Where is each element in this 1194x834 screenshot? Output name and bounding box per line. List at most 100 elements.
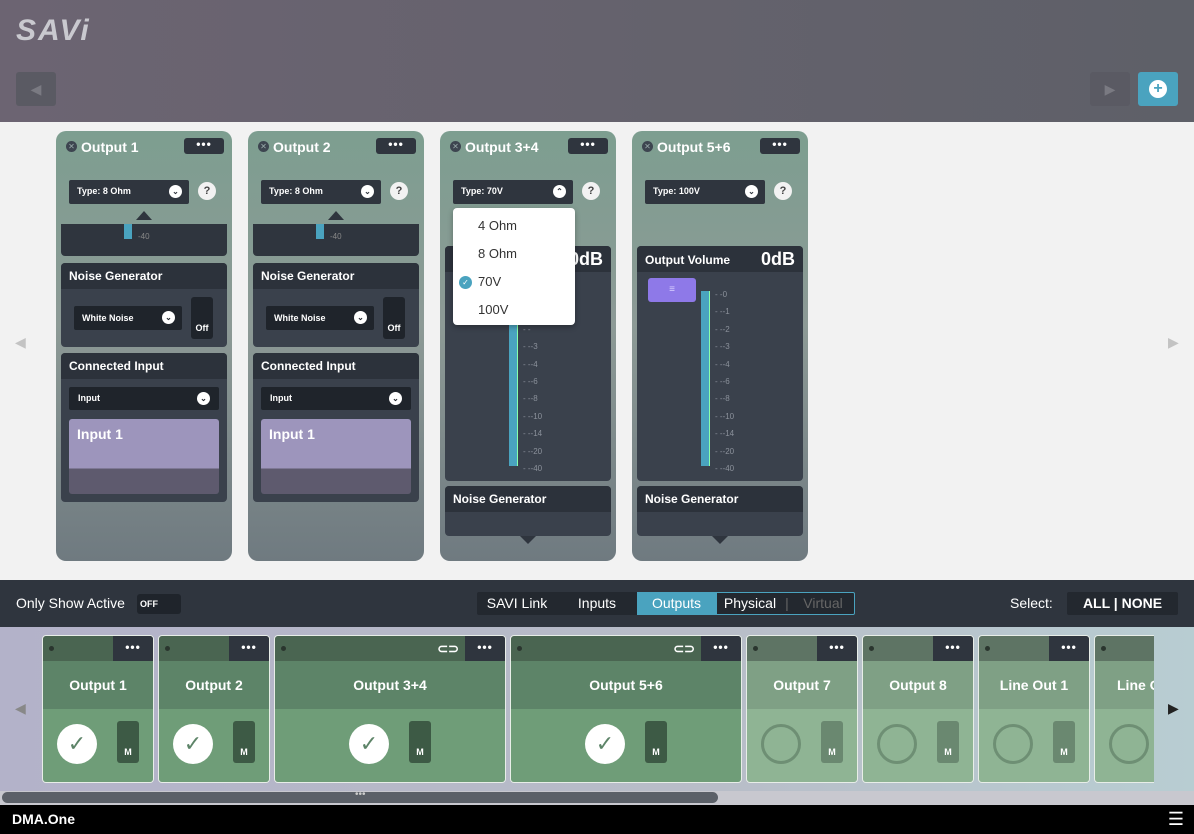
collapse-up-icon[interactable] (328, 211, 344, 220)
type-select[interactable]: Type: 8 Ohm ⌄ (261, 180, 381, 204)
help-icon[interactable]: ? (390, 182, 408, 200)
more-options-button[interactable]: ••• (184, 138, 224, 154)
mute-button[interactable]: M (233, 721, 255, 763)
chevron-down-icon: ⌄ (361, 185, 374, 198)
more-options-button[interactable]: ••• (760, 138, 800, 154)
more-options-button[interactable]: ••• (465, 636, 505, 661)
mute-button[interactable]: M (409, 721, 431, 763)
channel-tile[interactable]: ••• Output 8 M (862, 635, 974, 783)
type-select[interactable]: Type: 8 Ohm ⌄ (69, 180, 189, 204)
only-show-active-toggle[interactable]: OFF (137, 594, 181, 614)
mute-button[interactable]: M (645, 721, 667, 763)
check-icon[interactable]: ✓ (349, 724, 389, 764)
connected-input-tile[interactable]: Input 1 (261, 419, 411, 494)
more-options-button[interactable]: ••• (701, 636, 741, 661)
only-show-active-label: Only Show Active (16, 595, 125, 611)
channel-name: Output 3+4 (275, 661, 505, 709)
more-options-button[interactable]: ••• (113, 636, 153, 661)
output-cards-area: ◀ ▶ ✕ Output 1 ••• Type: 8 Ohm ⌄ ? -40 No… (0, 122, 1194, 580)
check-icon[interactable]: ✓ (585, 724, 625, 764)
volume-fader-handle[interactable]: ≡ (648, 278, 696, 302)
scroll-left-arrow-icon[interactable]: ◀ (15, 334, 26, 351)
collapse-up-icon[interactable] (136, 211, 152, 220)
input-select[interactable]: Input ⌄ (69, 387, 219, 410)
tab-virtual[interactable]: Virtual (795, 592, 851, 615)
previous-button[interactable]: ◀ (16, 72, 56, 106)
type-dropdown-menu: 4 Ohm 8 Ohm ✓ 70V 100V (453, 208, 575, 325)
more-options-button[interactable]: ••• (568, 138, 608, 154)
connected-input-tile[interactable]: Input 1 (69, 419, 219, 494)
level-meter: -40 (61, 224, 227, 256)
channel-tile[interactable]: ••• Output 7 M (746, 635, 858, 783)
more-options-button[interactable]: ••• (933, 636, 973, 661)
help-icon[interactable]: ? (198, 182, 216, 200)
channel-tile[interactable]: ••• Output 2 ✓ M (158, 635, 270, 783)
scrollbar-thumb[interactable]: ••• (2, 789, 718, 803)
unchecked-circle-icon[interactable] (993, 724, 1033, 764)
strip-right-arrow-icon[interactable]: ▶ (1168, 700, 1179, 717)
unchecked-circle-icon[interactable] (761, 724, 801, 764)
tab-savi-link[interactable]: SAVI Link (477, 592, 557, 615)
next-button[interactable]: ▶ (1090, 72, 1130, 106)
dropdown-option-100v[interactable]: 100V (478, 302, 508, 317)
input-select[interactable]: Input ⌄ (261, 387, 411, 410)
noise-generator-panel: Noise Generator (445, 486, 611, 536)
more-options-button[interactable]: ••• (229, 636, 269, 661)
channel-tile[interactable]: ••• Line Out 1 M (978, 635, 1090, 783)
mute-button[interactable]: M (117, 721, 139, 763)
close-icon[interactable]: ✕ (450, 141, 461, 152)
card-title: Output 1 (81, 139, 139, 155)
select-none-button[interactable]: NONE (1122, 595, 1162, 611)
channel-name: Output 1 (43, 661, 153, 709)
unchecked-circle-icon[interactable] (1109, 724, 1149, 764)
expand-down-icon[interactable] (520, 536, 536, 544)
mute-button[interactable]: M (937, 721, 959, 763)
chevron-left-icon: ◀ (30, 80, 42, 97)
close-icon[interactable]: ✕ (66, 141, 77, 152)
noise-toggle-button[interactable]: Off (191, 297, 213, 339)
help-icon[interactable]: ? (774, 182, 792, 200)
more-options-button[interactable]: ••• (817, 636, 857, 661)
check-icon[interactable]: ✓ (173, 724, 213, 764)
mute-button[interactable]: M (821, 721, 843, 763)
dropdown-option-8-ohm[interactable]: 8 Ohm (478, 246, 517, 261)
noise-type-select[interactable]: White Noise ⌄ (266, 306, 374, 330)
channel-name: Output 5+6 (511, 661, 741, 709)
horizontal-scrollbar[interactable]: ••• (0, 789, 1194, 805)
tab-inputs[interactable]: Inputs (557, 592, 637, 615)
close-icon[interactable]: ✕ (642, 141, 653, 152)
noise-type-select[interactable]: White Noise ⌄ (74, 306, 182, 330)
close-icon[interactable]: ✕ (258, 141, 269, 152)
mute-button[interactable]: M (1053, 721, 1075, 763)
strip-left-arrow-icon[interactable]: ◀ (15, 700, 26, 717)
channel-tile[interactable]: ⊂⊃ ••• Output 3+4 ✓ M (274, 635, 506, 783)
scroll-right-arrow-icon[interactable]: ▶ (1168, 334, 1179, 351)
noise-toggle-button[interactable]: Off (383, 297, 405, 339)
more-options-button[interactable]: ••• (1049, 636, 1089, 661)
panel-title: Noise Generator (637, 486, 803, 512)
type-select[interactable]: Type: 100V ⌄ (645, 180, 765, 204)
channel-tile[interactable]: ••• Output 1 ✓ M (42, 635, 154, 783)
fader-tick-labels: - -0- --1- --2- --3- --4- --6- --8- --10… (715, 290, 735, 474)
select-all-button[interactable]: ALL (1083, 595, 1110, 611)
check-icon[interactable]: ✓ (57, 724, 97, 764)
dropdown-option-70v[interactable]: 70V (478, 274, 501, 289)
channel-tile[interactable]: Line O (1094, 635, 1154, 783)
volume-fader-track[interactable] (701, 291, 709, 466)
unchecked-circle-icon[interactable] (877, 724, 917, 764)
link-icon[interactable]: ⊂⊃ (437, 641, 459, 657)
panel-title: Connected Input (61, 353, 227, 379)
tab-outputs[interactable]: Outputs (637, 592, 716, 615)
more-options-button[interactable]: ••• (376, 138, 416, 154)
add-button[interactable]: + (1138, 72, 1178, 106)
output-card-2: ✕ Output 2 ••• Type: 8 Ohm ⌄ ? -40 Noise … (248, 131, 424, 561)
hamburger-menu-icon[interactable]: ☰ (1168, 809, 1184, 830)
dropdown-option-4-ohm[interactable]: 4 Ohm (478, 218, 517, 233)
type-select[interactable]: Type: 70V ⌃ (453, 180, 573, 204)
connected-input-panel: Connected Input Input ⌄ Input 1 (61, 353, 227, 502)
channel-tile[interactable]: ⊂⊃ ••• Output 5+6 ✓ M (510, 635, 742, 783)
link-icon[interactable]: ⊂⊃ (673, 641, 695, 657)
expand-down-icon[interactable] (712, 536, 728, 544)
help-icon[interactable]: ? (582, 182, 600, 200)
tab-physical[interactable]: Physical (721, 592, 779, 615)
